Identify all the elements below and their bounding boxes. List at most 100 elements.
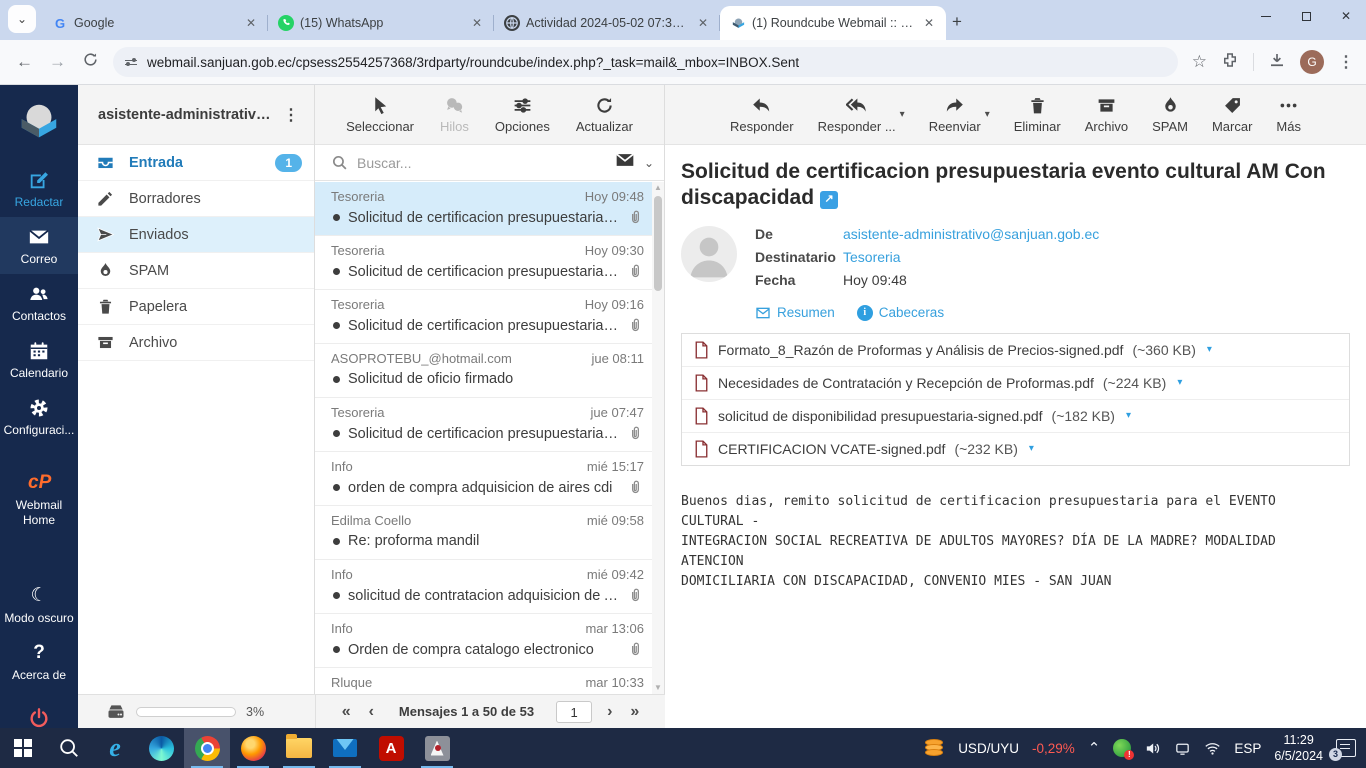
language-indicator[interactable]: ESP	[1234, 741, 1261, 756]
delete-button[interactable]: Eliminar	[1014, 95, 1061, 134]
folder-spam[interactable]: SPAM	[78, 253, 314, 289]
unread-dot-icon[interactable]	[333, 268, 340, 275]
headers-link[interactable]: i Cabeceras	[856, 304, 944, 321]
window-close-button[interactable]: ✕	[1326, 0, 1366, 32]
scroll-up-icon[interactable]: ▲	[652, 182, 664, 194]
attachment-menu-icon[interactable]: ▾	[1029, 443, 1034, 454]
unread-dot-icon[interactable]	[333, 484, 340, 491]
taskbar-ie-button[interactable]: e	[92, 728, 138, 768]
profile-avatar[interactable]: G	[1300, 50, 1324, 74]
folder-menu-icon[interactable]: ⋮	[279, 105, 304, 125]
unread-dot-icon[interactable]	[333, 537, 340, 545]
unread-dot-icon[interactable]	[333, 430, 340, 437]
browser-menu-icon[interactable]: ⋮	[1338, 52, 1354, 72]
site-settings-icon[interactable]	[125, 57, 137, 66]
list-scrollbar[interactable]: ▲ ▼	[652, 182, 664, 694]
reply-all-caret-icon[interactable]: ▾	[900, 109, 905, 120]
page-number-input[interactable]: 1	[556, 700, 593, 723]
bookmark-star-icon[interactable]: ☆	[1192, 52, 1207, 72]
unread-dot-icon[interactable]	[333, 322, 340, 329]
search-options-chevron-icon[interactable]: ⌄	[644, 156, 654, 170]
forward-button[interactable]: Reenviar	[929, 95, 981, 134]
sidebar-item-redactar[interactable]: Redactar	[0, 160, 78, 217]
volume-icon[interactable]	[1144, 740, 1161, 757]
tab-close-icon[interactable]: ✕	[920, 14, 938, 32]
tab-whatsapp[interactable]: (15) WhatsApp ✕	[268, 6, 494, 40]
folder-entrada[interactable]: Entrada 1	[78, 145, 314, 181]
message-row[interactable]: Tesoreria Hoy 09:48 Solicitud de certific…	[315, 182, 652, 236]
downloads-icon[interactable]	[1268, 51, 1286, 74]
search-scope-icon[interactable]	[615, 150, 635, 175]
summary-link[interactable]: Resumen	[755, 305, 835, 321]
message-row[interactable]: ASOPROTEBU_@hotmail.com jue 08:11 Solicit…	[315, 344, 652, 398]
back-button[interactable]: ←	[16, 52, 33, 72]
message-row[interactable]: Rluque mar 10:33	[315, 668, 652, 694]
start-button[interactable]	[0, 728, 46, 768]
message-row[interactable]: Info mar 13:06 Orden de compra catalogo e…	[315, 614, 652, 668]
tab-close-icon[interactable]: ✕	[694, 14, 712, 32]
ticker-coins-icon[interactable]	[923, 738, 945, 758]
message-row[interactable]: Tesoreria jue 07:47 Solicitud de certific…	[315, 398, 652, 452]
tab-search-button[interactable]: ⌄	[8, 5, 36, 33]
tray-expand-icon[interactable]: ⌃	[1088, 739, 1101, 757]
taskbar-mail-button[interactable]	[322, 728, 368, 768]
message-row[interactable]: Tesoreria Hoy 09:30 Solicitud de certific…	[315, 236, 652, 290]
sidebar-item-modo-oscuro[interactable]: ☾ Modo oscuro	[0, 576, 78, 633]
window-minimize-button[interactable]	[1246, 0, 1286, 32]
sidebar-item-calendario[interactable]: Calendario	[0, 331, 78, 388]
taskbar-firefox-button[interactable]	[230, 728, 276, 768]
tab-actividad[interactable]: Actividad 2024-05-02 07:30:00 ✕	[494, 6, 720, 40]
folder-enviados-selected[interactable]: Enviados	[78, 217, 314, 253]
options-button[interactable]: Opciones	[495, 95, 550, 134]
taskbar-search-button[interactable]	[46, 728, 92, 768]
attachment-menu-icon[interactable]: ▾	[1177, 377, 1182, 388]
tab-close-icon[interactable]: ✕	[468, 14, 486, 32]
taskbar-chrome-button[interactable]	[184, 728, 230, 768]
folder-papelera[interactable]: Papelera	[78, 289, 314, 325]
open-in-new-window-icon[interactable]: ↗	[820, 191, 839, 210]
last-page-button[interactable]: »	[627, 703, 642, 721]
archive-button[interactable]: Archivo	[1085, 95, 1128, 134]
url-bar[interactable]: webmail.sanjuan.gob.ec/cpsess2554257368/…	[113, 47, 1178, 77]
taskbar-explorer-button[interactable]	[276, 728, 322, 768]
unread-dot-icon[interactable]	[333, 214, 340, 221]
sidebar-item-configuracion[interactable]: Configuraci...	[0, 388, 78, 445]
extensions-icon[interactable]	[1221, 51, 1239, 74]
clock[interactable]: 11:29 6/5/2024	[1274, 732, 1323, 765]
taskbar-acrobat-button[interactable]: A	[368, 728, 414, 768]
unread-dot-icon[interactable]	[333, 646, 340, 653]
reload-button[interactable]	[82, 51, 99, 73]
attachment-menu-icon[interactable]: ▾	[1126, 410, 1131, 421]
tab-close-icon[interactable]: ✕	[242, 14, 260, 32]
select-button[interactable]: Seleccionar	[346, 95, 414, 134]
sidebar-item-correo[interactable]: Correo	[0, 217, 78, 274]
spam-button[interactable]: SPAM	[1152, 95, 1188, 134]
unread-dot-icon[interactable]	[333, 375, 340, 383]
unread-dot-icon[interactable]	[333, 592, 340, 599]
ticker-pair[interactable]: USD/UYU	[958, 741, 1019, 756]
attachment-menu-icon[interactable]: ▾	[1207, 344, 1212, 355]
to-address-link[interactable]: Tesoreria	[843, 249, 901, 265]
folder-borradores[interactable]: Borradores	[78, 181, 314, 217]
next-page-button[interactable]: ›	[604, 703, 615, 721]
attachment-item[interactable]: Necesidades de Contratación y Recepción …	[682, 367, 1349, 400]
attachment-item[interactable]: solicitud de disponibilidad presupuestar…	[682, 400, 1349, 433]
display-tray-icon[interactable]	[1174, 740, 1191, 757]
attachment-item[interactable]: CERTIFICACION VCATE-signed.pdf (~232 KB)…	[682, 433, 1349, 465]
threads-button[interactable]: Hilos	[440, 95, 469, 134]
message-row[interactable]: Info mié 15:17 orden de compra adquisicio…	[315, 452, 652, 506]
scroll-down-icon[interactable]: ▼	[652, 682, 664, 694]
more-button[interactable]: Más	[1276, 95, 1301, 134]
tab-google[interactable]: G Google ✕	[42, 6, 268, 40]
tab-roundcube-active[interactable]: (1) Roundcube Webmail :: Envia ✕	[720, 6, 946, 40]
folder-archivo[interactable]: Archivo	[78, 325, 314, 361]
forward-caret-icon[interactable]: ▾	[985, 109, 990, 120]
refresh-button[interactable]: Actualizar	[576, 95, 633, 134]
sidebar-item-contactos[interactable]: Contactos	[0, 274, 78, 331]
taskbar-edge-button[interactable]	[138, 728, 184, 768]
taskbar-java-app-button[interactable]	[414, 728, 460, 768]
reply-button[interactable]: Responder	[730, 95, 794, 134]
new-tab-button[interactable]: +	[952, 12, 962, 32]
message-row[interactable]: Tesoreria Hoy 09:16 Solicitud de certific…	[315, 290, 652, 344]
sidebar-item-acerca-de[interactable]: ? Acerca de	[0, 633, 78, 690]
